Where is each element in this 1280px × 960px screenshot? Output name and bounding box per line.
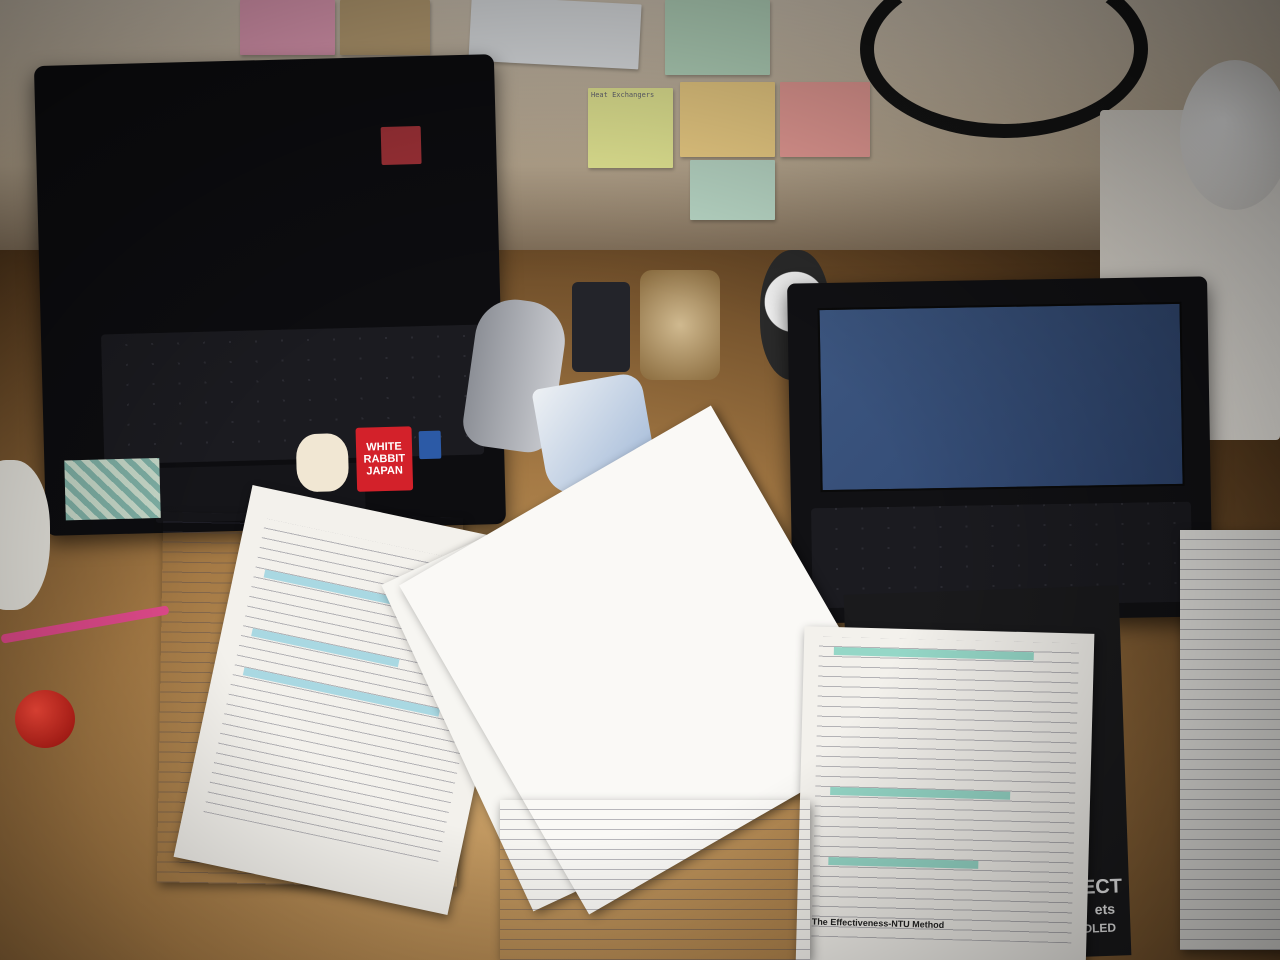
laptop-right-screen xyxy=(817,301,1185,493)
sticky-note-salmon xyxy=(780,82,870,157)
sticky-note-orange xyxy=(680,82,775,157)
white-rabbit-line3: JAPAN xyxy=(366,464,404,478)
sticky-note-tan xyxy=(340,0,430,55)
laptop-left-sticker-red xyxy=(380,125,422,166)
white-rabbit-sticker: WHITE RABBIT JAPAN xyxy=(355,426,414,492)
sticky-note-mint xyxy=(690,160,775,220)
piggy-bank xyxy=(1180,60,1280,210)
laptop-left: WHITE RABBIT JAPAN xyxy=(33,54,507,536)
glass-jar xyxy=(640,270,720,380)
book-spine-text-2: ets xyxy=(1094,900,1116,918)
highlighted-notes-page: The Effectiveness-NTU Method xyxy=(795,626,1095,960)
laptop-right xyxy=(787,276,1213,624)
intel-sticker xyxy=(418,430,442,460)
washi-tape-sticker xyxy=(64,457,161,521)
handwritten-sheet xyxy=(1180,530,1280,950)
white-rabbit-line2: RABBIT xyxy=(363,452,406,466)
printed-page-bottom xyxy=(500,800,810,960)
sticky-note-yellow-text: Heat Exchangers xyxy=(591,91,655,99)
book-spine-text-3: DLED xyxy=(1083,920,1117,936)
paper-note-pinned xyxy=(468,0,642,70)
red-ball xyxy=(15,690,75,748)
desk-photo: Heat Exchangers WHITE RABBIT JAPAN ECT e… xyxy=(0,0,1280,960)
sticky-note-green xyxy=(665,0,770,75)
eraser xyxy=(572,282,630,372)
sticky-note-pink xyxy=(240,0,335,55)
corgi-sticker xyxy=(295,433,350,493)
sticky-note-yellow: Heat Exchangers xyxy=(588,88,673,168)
